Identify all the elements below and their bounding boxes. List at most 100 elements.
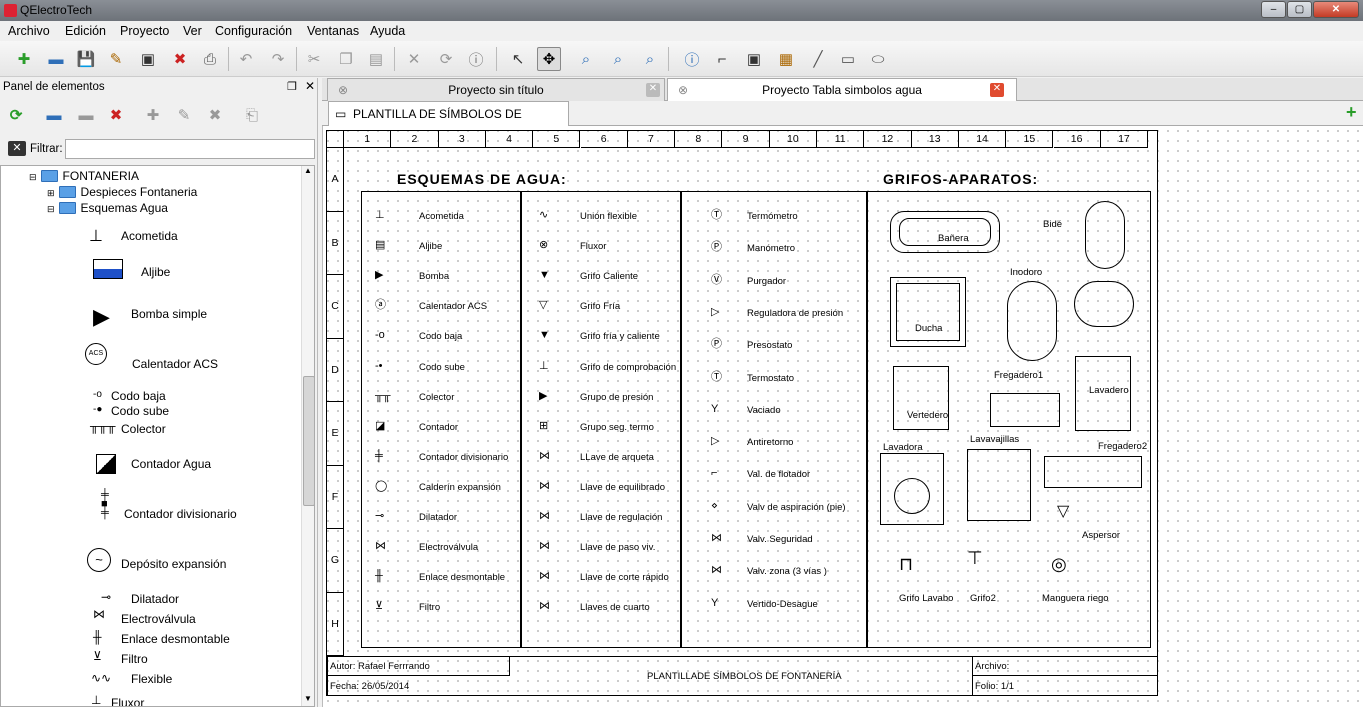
tree-item-esquemas[interactable]: ⊟ Esquemas Agua: [47, 201, 168, 215]
copy-icon[interactable]: ❐: [334, 47, 358, 71]
cut-icon[interactable]: ✂: [302, 47, 326, 71]
tree-element[interactable]: Aljibe: [141, 265, 170, 279]
tree-element[interactable]: Bomba simple: [131, 307, 207, 321]
calentador-symbol-icon: ACS: [85, 343, 107, 365]
add-folio-icon[interactable]: +: [1346, 102, 1357, 123]
float-panel-icon[interactable]: ❐: [287, 80, 297, 93]
rectangle-icon[interactable]: ▭: [836, 47, 860, 71]
scroll-thumb[interactable]: [303, 376, 314, 506]
column-header: 5: [533, 131, 581, 148]
open-project-icon[interactable]: ▬: [44, 47, 68, 71]
legend-label: Codo baja: [419, 331, 463, 343]
move-view-icon[interactable]: ✥: [537, 47, 561, 71]
ellipse-icon[interactable]: ⬭: [866, 47, 890, 71]
fregadero2-drawing: [1044, 456, 1142, 488]
diagram-canvas[interactable]: 1 2 3 4 5 6 7 8 9 10 11 12 13 14 15 16 17 ABCDEFGH ESQUE…: [322, 126, 1363, 707]
legend-symbol-icon: ▶: [539, 389, 548, 402]
tree-scrollbar[interactable]: ▲ ▼: [301, 166, 314, 706]
menu-ventanas[interactable]: Ventanas: [307, 24, 359, 38]
menu-edicion[interactable]: Edición: [65, 24, 106, 38]
edit-category-icon[interactable]: ▬: [74, 103, 98, 127]
delete-category-icon[interactable]: ✖: [104, 103, 128, 127]
paste-icon[interactable]: ▤: [364, 47, 388, 71]
legend-label: LLave de arqueta: [580, 451, 654, 463]
edit-element-icon[interactable]: ✎: [172, 103, 196, 127]
aljibe-symbol-icon: [93, 259, 123, 279]
tree-element[interactable]: Enlace desmontable: [121, 632, 230, 646]
text-field-icon[interactable]: ▣: [742, 47, 766, 71]
line-icon[interactable]: ╱: [806, 47, 830, 71]
print-icon[interactable]: ⎙: [198, 47, 222, 71]
scroll-down-icon[interactable]: ▼: [304, 694, 312, 703]
legend-label: Contador divisionario: [419, 451, 509, 463]
tree-element[interactable]: Calentador ACS: [132, 357, 218, 371]
tree-element[interactable]: Colector: [121, 422, 166, 436]
close-tab-icon[interactable]: ✕: [646, 83, 660, 97]
rotate-icon[interactable]: ⟳: [434, 47, 458, 71]
tree-item-fontaneria[interactable]: ⊟ FONTANERIA: [29, 169, 139, 183]
select-pointer-icon[interactable]: ↖: [506, 47, 530, 71]
close-panel-icon[interactable]: ✕: [305, 79, 315, 93]
legend-box-3: [681, 191, 867, 648]
bide-drawing: [1085, 201, 1125, 269]
tab-proyecto-sin-titulo[interactable]: ⊗ Proyecto sin título ✕: [327, 78, 665, 101]
legend-symbol-icon: ⋄: [711, 499, 718, 512]
image-icon[interactable]: ▦: [774, 47, 798, 71]
close-tab-icon[interactable]: ✕: [990, 83, 1004, 97]
minimize-button[interactable]: –: [1261, 1, 1286, 18]
undo-icon[interactable]: ↶: [234, 47, 258, 71]
new-project-icon[interactable]: ✚: [12, 47, 36, 71]
menu-archivo[interactable]: Archivo: [8, 24, 50, 38]
info-icon[interactable]: ⓘ: [680, 47, 704, 71]
tree-element[interactable]: Contador Agua: [131, 457, 211, 471]
new-category-icon[interactable]: ▬: [42, 103, 66, 127]
legend-symbol-icon: Ⓟ: [711, 338, 722, 351]
reload-icon[interactable]: ⟳: [4, 103, 28, 127]
collapse-icon[interactable]: ⊟: [47, 204, 55, 214]
save-as-icon[interactable]: ✎: [104, 47, 128, 71]
tree-element[interactable]: Fluxor: [111, 696, 144, 706]
tree-element[interactable]: Filtro: [121, 652, 148, 666]
conductor-icon[interactable]: ⌐: [710, 47, 734, 71]
legend-label: Filtro: [419, 602, 441, 614]
save-all-icon[interactable]: ▣: [136, 47, 160, 71]
menu-ayuda[interactable]: Ayuda: [370, 24, 405, 38]
tab-folio[interactable]: ▭ PLANTILLA DE SÍMBOLOS DE FONTANERÍA: [328, 101, 569, 145]
close-project-icon[interactable]: ✖: [168, 47, 192, 71]
banera-drawing: [890, 211, 1000, 253]
tree-element[interactable]: Dilatador: [131, 592, 179, 606]
save-icon[interactable]: 💾: [74, 47, 98, 71]
tree-element[interactable]: Depósito expansión: [121, 557, 226, 571]
panel-toolbar: ⟳ ▬ ▬ ✖ ✚ ✎ ✖ ⎗: [0, 100, 318, 134]
collapse-icon[interactable]: ⊟: [29, 172, 37, 182]
import-element-icon[interactable]: ⎗: [240, 103, 264, 127]
filter-input[interactable]: [65, 139, 315, 159]
tree-element[interactable]: Codo sube: [111, 404, 169, 418]
menu-proyecto[interactable]: Proyecto: [120, 24, 169, 38]
zoom-content-icon[interactable]: ⌕: [606, 47, 630, 71]
tree-element[interactable]: Electroválvula: [121, 612, 196, 626]
tree-element[interactable]: Flexible: [131, 672, 172, 686]
tab-proyecto-tabla[interactable]: ⊗ Proyecto Tabla simbolos agua ✕: [667, 78, 1017, 102]
delete-icon[interactable]: ✕: [402, 47, 426, 71]
scroll-up-icon[interactable]: ▲: [304, 166, 312, 175]
menu-ver[interactable]: Ver: [183, 24, 202, 38]
tree-element[interactable]: Contador divisionario: [124, 507, 237, 521]
tree-element[interactable]: Acometida: [121, 229, 178, 243]
maximize-button[interactable]: ▢: [1287, 1, 1312, 18]
new-element-icon[interactable]: ✚: [141, 103, 165, 127]
close-button[interactable]: ✕: [1313, 1, 1359, 18]
tree-item-despieces[interactable]: ⊞ Despieces Fontaneria: [47, 185, 197, 199]
expand-icon[interactable]: ⊞: [47, 188, 55, 198]
zoom-fit-icon[interactable]: ⌕: [574, 47, 598, 71]
elements-tree[interactable]: ⊟ FONTANERIA ⊞ Despieces Fontaneria ⊟ Esque…: [0, 165, 315, 707]
tree-element[interactable]: Codo baja: [111, 389, 166, 403]
redo-icon[interactable]: ↷: [266, 47, 290, 71]
zoom-reset-icon[interactable]: ⌕: [638, 47, 662, 71]
properties-icon[interactable]: ⓘ: [464, 47, 488, 71]
clear-filter-icon[interactable]: ✕: [8, 141, 26, 156]
menu-configuracion[interactable]: Configuración: [215, 24, 292, 38]
delete-element-icon[interactable]: ✖: [203, 103, 227, 127]
aparato-label: Fregadero2: [1098, 441, 1148, 452]
legend-symbol-icon: ⓐ: [375, 299, 386, 312]
